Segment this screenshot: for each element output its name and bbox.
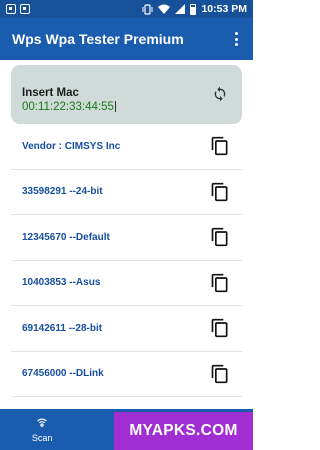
wifi-scan-icon bbox=[37, 418, 47, 427]
status-right-icons: 10:53 PM bbox=[142, 3, 247, 15]
copy-icon[interactable] bbox=[210, 363, 230, 385]
notification-icon-2 bbox=[20, 4, 30, 14]
copy-icon[interactable] bbox=[210, 317, 230, 339]
overflow-menu-icon[interactable] bbox=[229, 28, 243, 50]
list-item: 69142611 --28-bit bbox=[11, 306, 242, 352]
vibrate-icon bbox=[142, 3, 153, 15]
list-item-label: 69142611 --28-bit bbox=[22, 322, 103, 334]
list-item: 10403853 --Asus bbox=[11, 261, 242, 306]
signal-icon bbox=[175, 4, 186, 14]
app-title: Wps Wpa Tester Premium bbox=[12, 31, 184, 47]
watermark-banner: MYAPKS.COM bbox=[114, 412, 253, 450]
mac-input-value: 00:11:22:33:44:55 bbox=[22, 101, 114, 113]
list-item-label: 12345670 --Default bbox=[22, 231, 110, 243]
mac-input-field[interactable]: 00:11:22:33:44:55 bbox=[22, 101, 242, 113]
nav-item-scan[interactable]: Scan bbox=[0, 409, 84, 450]
results-list: Vendor : CIMSYS Inc 33598291 --24-bit 12… bbox=[11, 124, 242, 397]
list-item: 67456000 --DLink bbox=[11, 352, 242, 397]
text-cursor bbox=[114, 101, 116, 113]
status-left-icons bbox=[6, 4, 30, 14]
mac-input-label: Insert Mac bbox=[22, 87, 79, 99]
copy-icon[interactable] bbox=[210, 181, 230, 203]
mac-input-card[interactable]: Insert Mac 00:11:22:33:44:55 bbox=[11, 65, 242, 124]
status-bar: 10:53 PM bbox=[0, 0, 253, 18]
list-item-label: 33598291 --24-bit bbox=[22, 186, 103, 198]
list-item: 12345670 --Default bbox=[11, 215, 242, 261]
copy-icon[interactable] bbox=[210, 135, 230, 157]
list-item-label: 67456000 --DLink bbox=[22, 368, 104, 380]
notification-icon bbox=[6, 4, 16, 14]
list-item-label: Vendor : CIMSYS Inc bbox=[22, 140, 121, 152]
app-bar: Wps Wpa Tester Premium bbox=[0, 18, 253, 60]
list-item: 33598291 --24-bit bbox=[11, 170, 242, 215]
copy-icon[interactable] bbox=[210, 226, 230, 248]
copy-icon[interactable] bbox=[210, 272, 230, 294]
battery-icon bbox=[190, 3, 197, 15]
refresh-icon[interactable] bbox=[212, 86, 228, 102]
list-item: Vendor : CIMSYS Inc bbox=[11, 124, 242, 170]
nav-item-label: Scan bbox=[31, 432, 53, 443]
wifi-icon bbox=[158, 4, 171, 14]
status-time: 10:53 PM bbox=[201, 3, 247, 15]
list-item-label: 10403853 --Asus bbox=[22, 277, 101, 289]
